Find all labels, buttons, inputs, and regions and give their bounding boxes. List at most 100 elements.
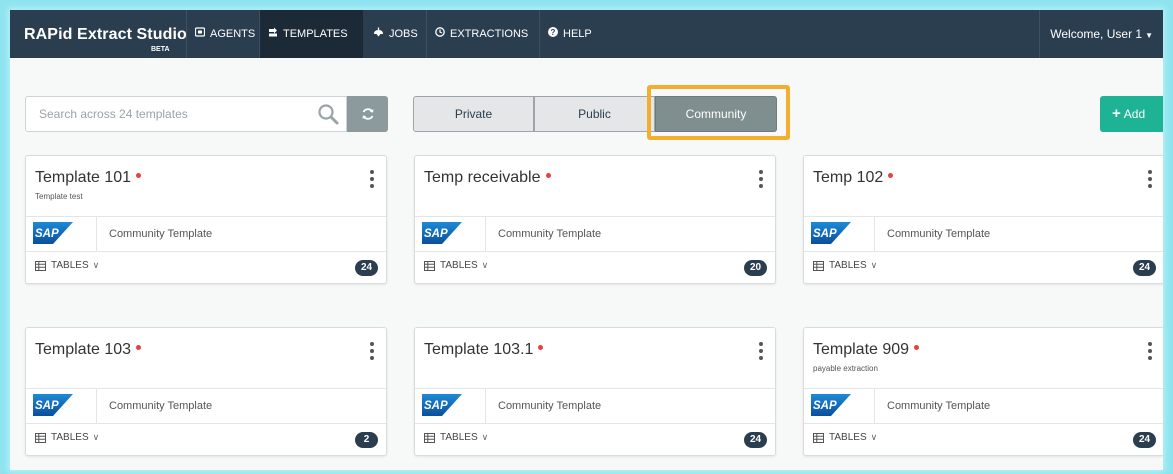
top-navbar: RAPid Extract Studio BETA AGENTS TEMPLAT… <box>10 10 1163 58</box>
card-title[interactable]: Temp receivable <box>424 169 551 187</box>
card-title-text: Temp 102 <box>813 169 884 186</box>
chevron-down-icon: ∨ <box>92 260 100 270</box>
template-card[interactable]: Temp 102 SAP Community Template TABLES ∨… <box>803 155 1163 284</box>
chevron-down-icon: ∨ <box>481 260 489 270</box>
card-description: Community Template <box>498 400 602 412</box>
table-count-badge: 24 <box>1133 432 1156 448</box>
search-box <box>25 96 347 132</box>
template-card[interactable]: Template 103 SAP Community Template TABL <box>25 327 387 456</box>
tables-toggle[interactable]: TABLES ∨ <box>424 260 488 271</box>
more-options-icon[interactable] <box>759 170 763 190</box>
nav-label: AGENTS <box>210 28 256 40</box>
status-dot <box>888 173 894 179</box>
card-info-row: SAP Community Template <box>26 216 386 252</box>
card-info-row: SAP Community Template <box>26 388 386 424</box>
card-title[interactable]: Temp 102 <box>813 169 894 187</box>
sap-logo-icon: SAP <box>422 394 462 416</box>
tables-toggle[interactable]: TABLES ∨ <box>813 432 877 443</box>
svg-text:SAP: SAP <box>813 228 837 240</box>
search-input[interactable] <box>26 97 316 131</box>
template-card[interactable]: Template 101 Template test SAP Community… <box>25 155 387 284</box>
table-icon <box>813 260 824 271</box>
svg-text:SAP: SAP <box>813 400 837 412</box>
nav-item-extractions[interactable]: EXTRACTIONS <box>427 10 536 58</box>
status-dot <box>136 345 142 351</box>
app-frame: RAPid Extract Studio BETA AGENTS TEMPLAT… <box>10 10 1163 470</box>
table-count-badge: 24 <box>355 260 378 276</box>
tables-label: TABLES <box>440 260 478 271</box>
nav-label: JOBS <box>389 28 418 40</box>
add-button[interactable]: + Add <box>1100 96 1163 132</box>
nav-item-help[interactable]: ? HELP <box>540 10 600 58</box>
card-title[interactable]: Template 101 <box>35 169 142 187</box>
tables-toggle[interactable]: TABLES ∨ <box>35 260 99 271</box>
card-description: Community Template <box>109 228 213 240</box>
card-title[interactable]: Template 909 <box>813 341 920 359</box>
tables-label: TABLES <box>51 260 89 271</box>
segment-community[interactable]: Community <box>655 96 777 132</box>
card-title-text: Template 103 <box>35 341 132 358</box>
nav-item-agents[interactable]: AGENTS <box>187 10 263 58</box>
help-icon: ? <box>548 11 558 59</box>
divider <box>485 389 486 423</box>
svg-text:?: ? <box>551 28 556 37</box>
more-options-icon[interactable] <box>759 342 763 362</box>
table-count-badge: 24 <box>1133 260 1156 276</box>
refresh-button[interactable] <box>347 96 388 132</box>
tables-toggle[interactable]: TABLES ∨ <box>35 432 99 443</box>
status-dot <box>538 345 544 351</box>
agent-icon <box>194 11 206 59</box>
table-count-badge: 2 <box>355 432 378 448</box>
chevron-down-icon: ∨ <box>870 260 878 270</box>
divider <box>874 389 875 423</box>
segment-private[interactable]: Private <box>413 96 534 132</box>
tables-label: TABLES <box>51 432 89 443</box>
template-card[interactable]: Temp receivable SAP Community Template T <box>414 155 776 284</box>
card-title[interactable]: Template 103.1 <box>424 341 544 359</box>
refresh-icon <box>362 108 373 120</box>
svg-text:SAP: SAP <box>424 228 448 240</box>
table-icon <box>424 432 435 443</box>
search-icon[interactable] <box>316 102 340 126</box>
more-options-icon[interactable] <box>370 342 374 362</box>
card-info-row: SAP Community Template <box>415 216 775 252</box>
nav-label: EXTRACTIONS <box>450 28 529 40</box>
svg-text:SAP: SAP <box>35 228 59 240</box>
sap-logo-icon: SAP <box>33 394 73 416</box>
template-icon <box>268 11 278 59</box>
more-options-icon[interactable] <box>1148 170 1152 190</box>
table-count-badge: 20 <box>744 260 767 276</box>
divider <box>874 217 875 251</box>
card-description: Community Template <box>887 400 991 412</box>
card-info-row: SAP Community Template <box>415 388 775 424</box>
nav-label: TEMPLATES <box>283 28 348 40</box>
divider <box>96 389 97 423</box>
card-title-text: Template 103.1 <box>424 341 534 358</box>
more-options-icon[interactable] <box>1148 342 1152 362</box>
card-description: Community Template <box>109 400 213 412</box>
nav-item-jobs[interactable]: JOBS <box>365 10 426 58</box>
template-card[interactable]: Template 103.1 SAP Community Template TA <box>414 327 776 456</box>
svg-text:SAP: SAP <box>35 400 59 412</box>
card-title[interactable]: Template 103 <box>35 341 142 359</box>
segment-public[interactable]: Public <box>534 96 655 132</box>
tables-toggle[interactable]: TABLES ∨ <box>424 432 488 443</box>
app-brand[interactable]: RAPid Extract Studio <box>24 26 187 44</box>
sap-logo-icon: SAP <box>811 222 851 244</box>
more-options-icon[interactable] <box>370 170 374 190</box>
sap-logo-icon: SAP <box>422 222 462 244</box>
card-info-row: SAP Community Template <box>804 388 1163 424</box>
chevron-down-icon: ∨ <box>481 432 489 442</box>
user-menu[interactable]: Welcome, User 1 ▼ <box>1039 10 1163 58</box>
add-label: Add <box>1123 107 1146 121</box>
sap-logo-icon: SAP <box>33 222 73 244</box>
card-description: Community Template <box>887 228 991 240</box>
card-title-text: Temp receivable <box>424 169 541 186</box>
nav-item-templates[interactable]: TEMPLATES <box>260 10 363 58</box>
card-info-row: SAP Community Template <box>804 216 1163 252</box>
tables-label: TABLES <box>829 260 867 271</box>
chevron-down-icon: ∨ <box>870 432 878 442</box>
tables-toggle[interactable]: TABLES ∨ <box>813 260 877 271</box>
caret-down-icon: ▼ <box>1145 31 1153 40</box>
template-card[interactable]: Template 909 payable extraction SAP Comm… <box>803 327 1163 456</box>
